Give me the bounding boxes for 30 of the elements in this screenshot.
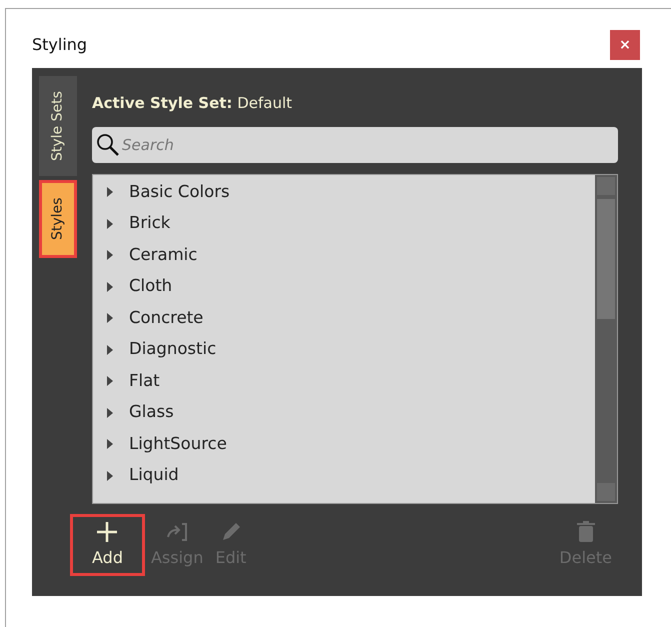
plus-icon <box>95 520 120 544</box>
search-icon <box>96 132 120 156</box>
list-item[interactable]: Basic Colors <box>129 180 230 205</box>
expand-arrow-icon[interactable] <box>107 218 113 229</box>
list-item[interactable]: Diagnostic <box>129 337 216 362</box>
window-title: Styling <box>32 34 88 56</box>
expand-arrow-icon[interactable] <box>107 439 113 450</box>
expand-arrow-icon[interactable] <box>107 344 113 355</box>
list-item[interactable]: LightSource <box>129 432 227 457</box>
scrollbar[interactable] <box>595 174 617 502</box>
list-item[interactable]: Glass <box>129 400 174 426</box>
close-button[interactable]: × <box>610 30 640 60</box>
expand-arrow-icon[interactable] <box>107 470 113 481</box>
list-item[interactable]: Flat <box>129 368 160 394</box>
active-style-set-label: Active Style Set: Default <box>92 93 294 114</box>
list-item[interactable]: Liquid <box>129 463 179 488</box>
expand-arrow-icon[interactable] <box>107 408 113 418</box>
expand-arrow-icon[interactable] <box>107 250 113 260</box>
search-field[interactable]: Search <box>92 126 618 162</box>
expand-arrow-icon[interactable] <box>107 187 113 198</box>
list-item[interactable]: Brick <box>129 211 170 236</box>
expand-arrow-icon[interactable] <box>107 313 113 324</box>
side-tab[interactable]: Styles <box>39 180 77 258</box>
add-button[interactable]: Add <box>70 514 145 576</box>
side-tab[interactable]: Style Sets <box>39 76 77 176</box>
list-item[interactable]: Cloth <box>129 274 172 300</box>
list-item[interactable]: Concrete <box>129 306 204 331</box>
expand-arrow-icon[interactable] <box>107 282 113 292</box>
expand-arrow-icon[interactable] <box>107 376 113 386</box>
list-item[interactable]: Ceramic <box>129 242 198 268</box>
